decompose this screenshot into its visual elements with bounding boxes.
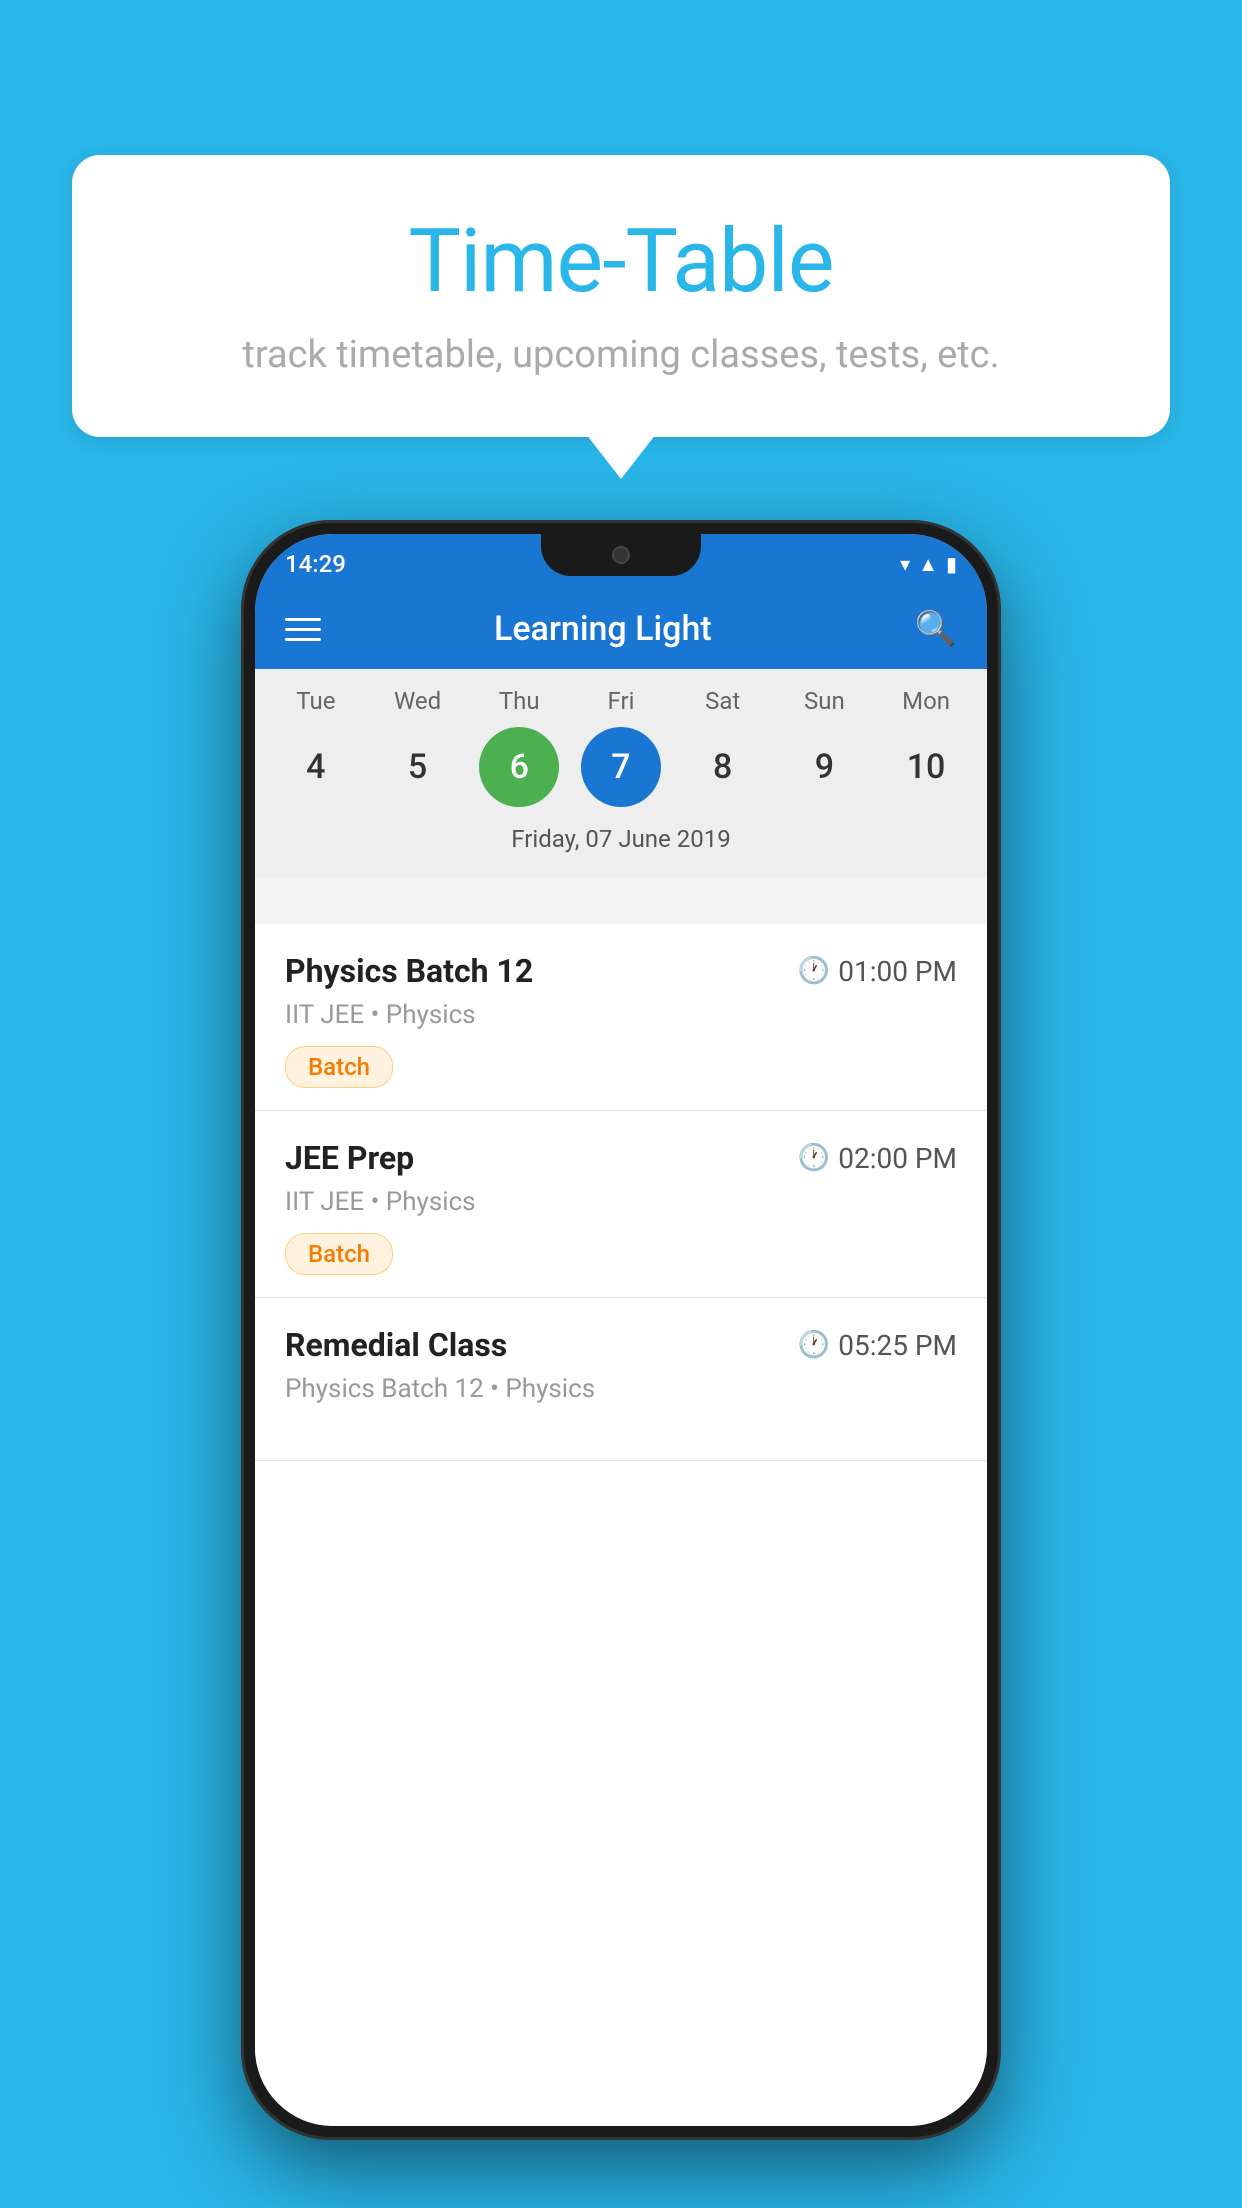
event-time-value-3: 05:25 PM <box>838 1329 957 1362</box>
event-header-2: JEE Prep 🕐 02:00 PM <box>285 1139 957 1177</box>
day-header-sat: Sat <box>683 687 763 715</box>
event-item-1[interactable]: Physics Batch 12 🕐 01:00 PM IIT JEE • Ph… <box>255 924 987 1111</box>
bubble-subtitle: track timetable, upcoming classes, tests… <box>132 333 1110 377</box>
day-header-fri: Fri <box>581 687 661 715</box>
day-numbers: 4 5 6 7 8 9 10 <box>255 723 987 819</box>
calendar-section: Tue Wed Thu Fri Sat Sun Mon 4 5 6 7 8 9 … <box>255 669 987 877</box>
event-item-3[interactable]: Remedial Class 🕐 05:25 PM Physics Batch … <box>255 1298 987 1461</box>
wifi-icon: ▾ <box>900 552 910 576</box>
events-section: Physics Batch 12 🕐 01:00 PM IIT JEE • Ph… <box>255 924 987 2126</box>
event-meta-2: IIT JEE • Physics <box>285 1187 957 1217</box>
phone-screen: 14:29 ▾ ▲ ▮ Learning Light 🔍 <box>255 534 987 2126</box>
search-button[interactable]: 🔍 <box>915 609 957 649</box>
camera-icon <box>612 546 630 564</box>
speech-bubble-card: Time-Table track timetable, upcoming cla… <box>72 155 1170 437</box>
phone-notch <box>541 534 701 576</box>
day-header-sun: Sun <box>784 687 864 715</box>
event-time-value-1: 01:00 PM <box>838 955 957 988</box>
day-5[interactable]: 5 <box>378 727 458 807</box>
day-header-wed: Wed <box>378 687 458 715</box>
clock-icon-1: 🕐 <box>798 956 830 986</box>
day-10[interactable]: 10 <box>886 727 966 807</box>
app-bar: Learning Light 🔍 <box>255 589 987 669</box>
day-7-selected[interactable]: 7 <box>581 727 661 807</box>
event-time-value-2: 02:00 PM <box>838 1142 957 1175</box>
selected-date-label: Friday, 07 June 2019 <box>255 819 987 867</box>
bubble-title: Time-Table <box>132 210 1110 313</box>
phone-mockup: 14:29 ▾ ▲ ▮ Learning Light 🔍 <box>241 520 1001 2140</box>
day-header-tue: Tue <box>276 687 356 715</box>
event-title-3: Remedial Class <box>285 1326 507 1364</box>
event-time-1: 🕐 01:00 PM <box>798 955 957 988</box>
phone-frame: 14:29 ▾ ▲ ▮ Learning Light 🔍 <box>241 520 1001 2140</box>
event-header-1: Physics Batch 12 🕐 01:00 PM <box>285 952 957 990</box>
day-headers: Tue Wed Thu Fri Sat Sun Mon <box>255 669 987 723</box>
event-time-2: 🕐 02:00 PM <box>798 1142 957 1175</box>
event-header-3: Remedial Class 🕐 05:25 PM <box>285 1326 957 1364</box>
app-title: Learning Light <box>291 609 915 649</box>
day-header-mon: Mon <box>886 687 966 715</box>
battery-icon: ▮ <box>946 552 957 576</box>
signal-icon: ▲ <box>918 552 938 577</box>
event-title-2: JEE Prep <box>285 1139 414 1177</box>
status-time: 14:29 <box>285 545 346 578</box>
day-header-thu: Thu <box>479 687 559 715</box>
event-meta-1: IIT JEE • Physics <box>285 1000 957 1030</box>
event-time-3: 🕐 05:25 PM <box>798 1329 957 1362</box>
event-meta-3: Physics Batch 12 • Physics <box>285 1374 957 1404</box>
day-9[interactable]: 9 <box>784 727 864 807</box>
clock-icon-2: 🕐 <box>798 1143 830 1173</box>
event-item-2[interactable]: JEE Prep 🕐 02:00 PM IIT JEE • Physics Ba… <box>255 1111 987 1298</box>
clock-icon-3: 🕐 <box>798 1330 830 1360</box>
event-tag-1: Batch <box>285 1046 393 1088</box>
event-title-1: Physics Batch 12 <box>285 952 533 990</box>
day-8[interactable]: 8 <box>683 727 763 807</box>
event-tag-2: Batch <box>285 1233 393 1275</box>
day-4[interactable]: 4 <box>276 727 356 807</box>
status-icons: ▾ ▲ ▮ <box>900 547 957 577</box>
day-6-today[interactable]: 6 <box>479 727 559 807</box>
